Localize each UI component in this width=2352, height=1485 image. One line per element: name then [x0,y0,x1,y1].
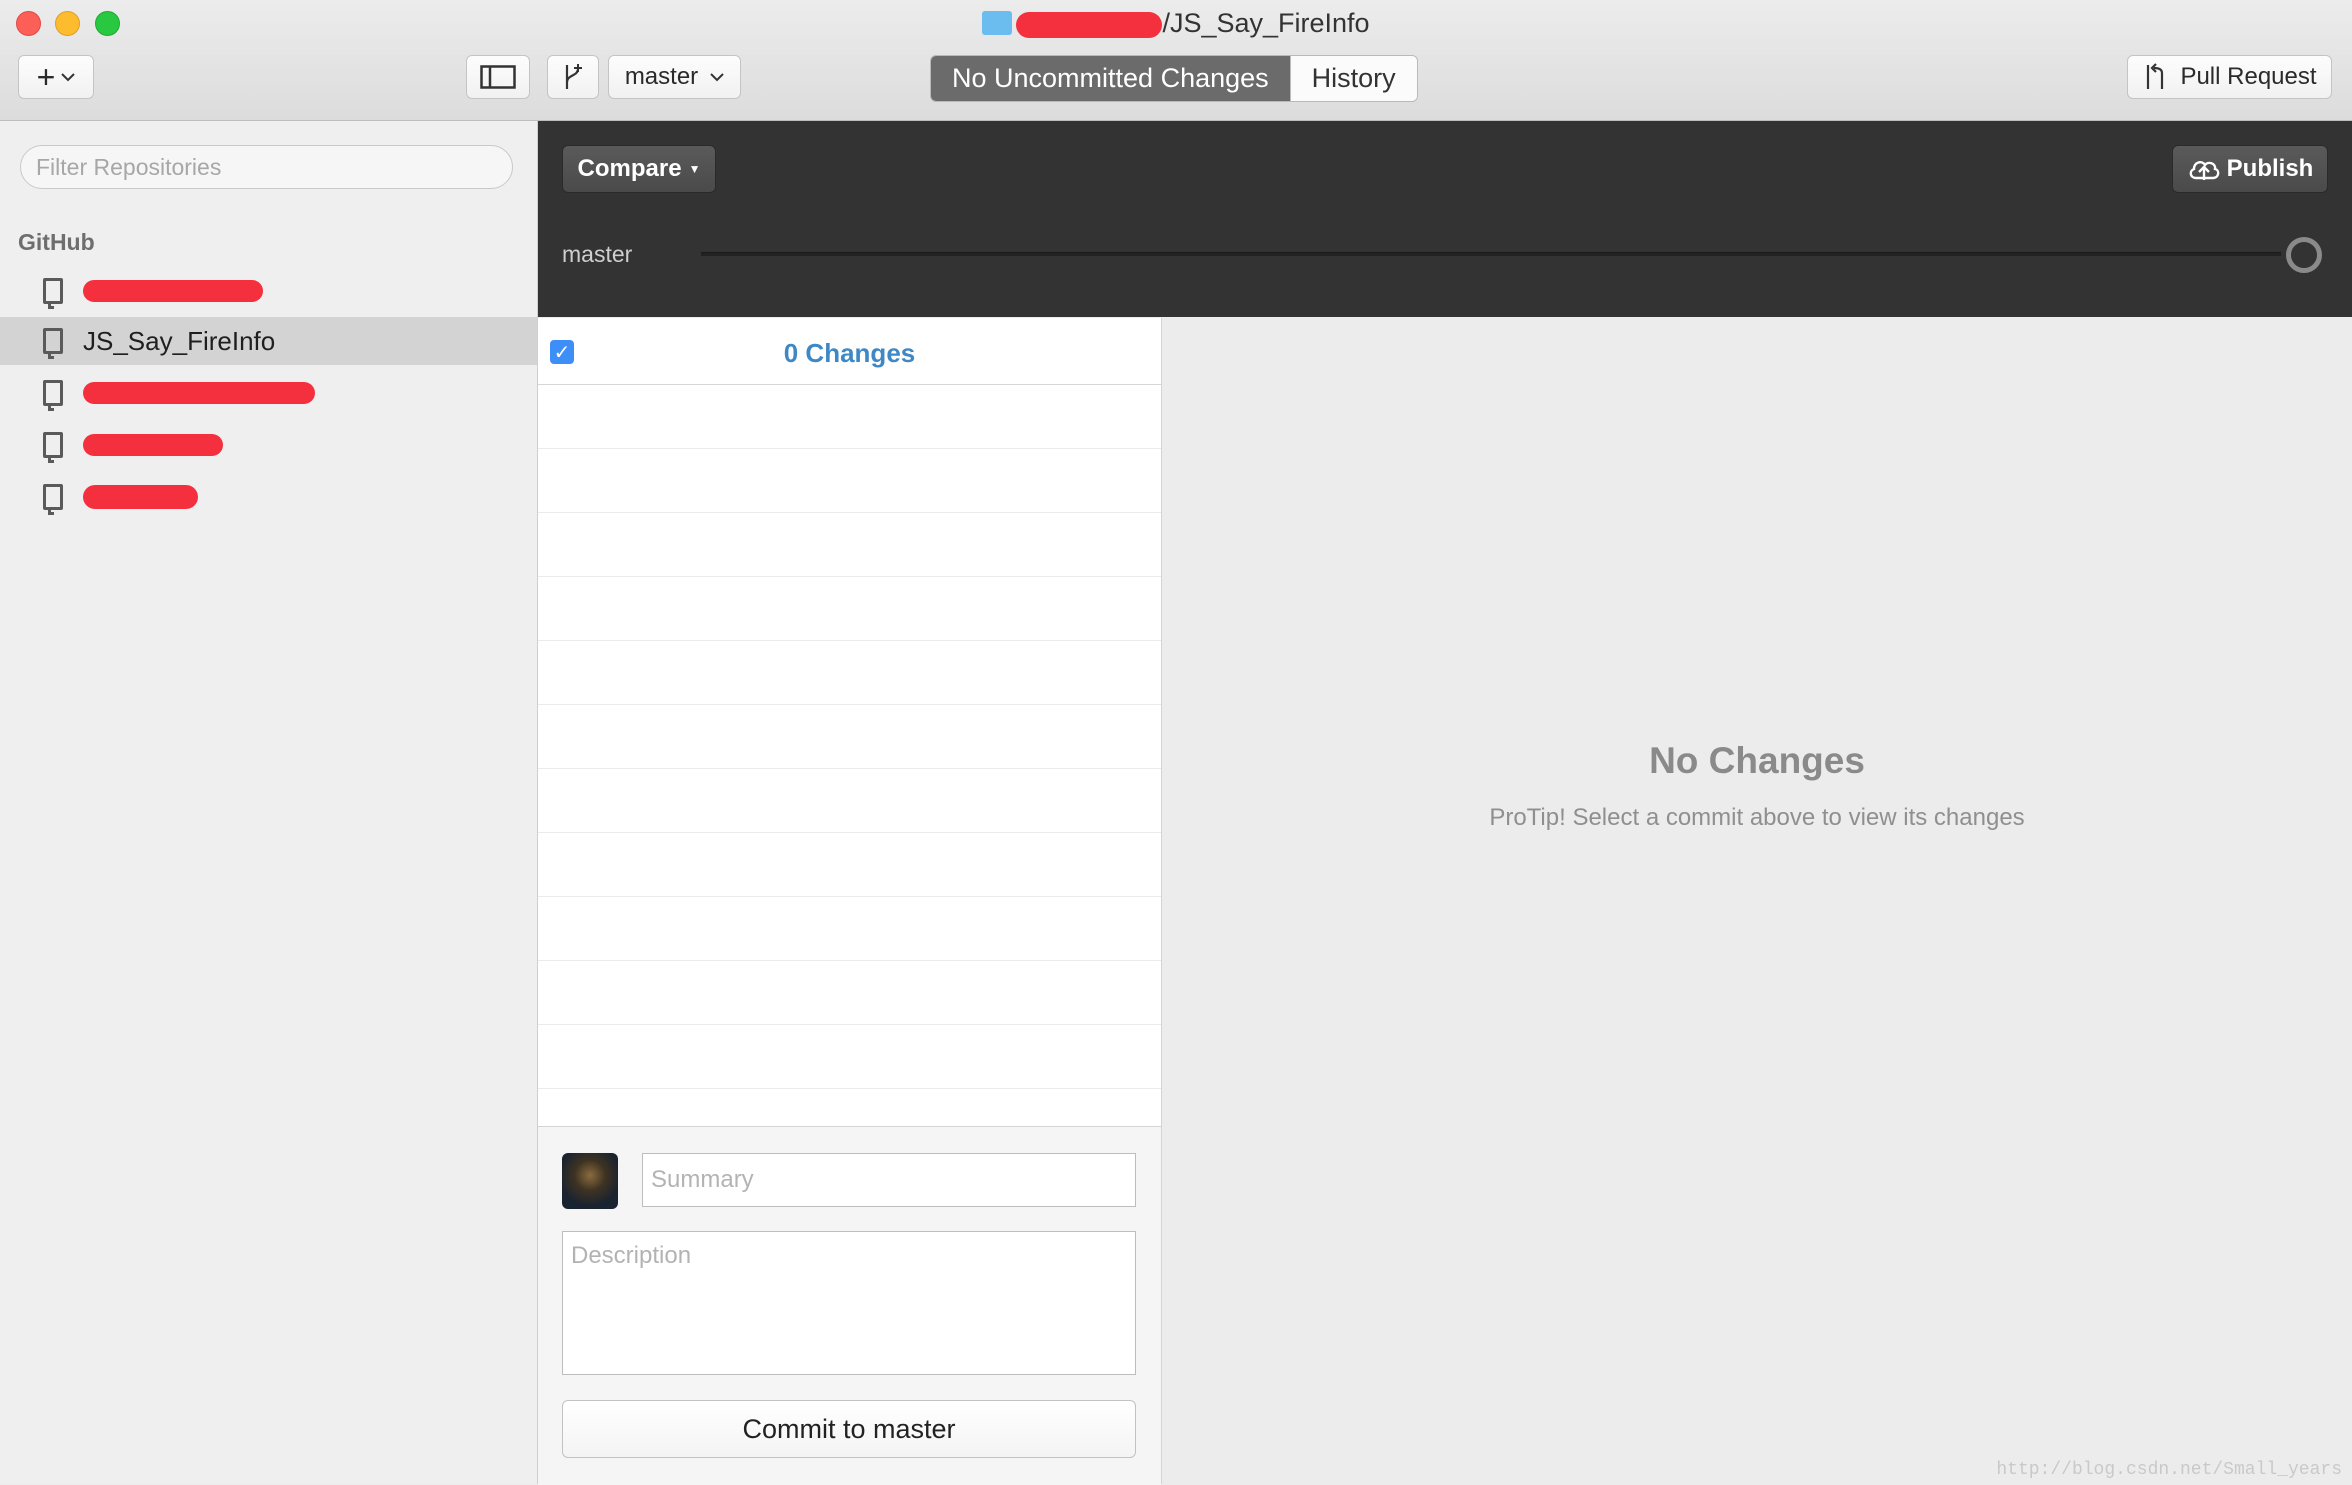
caret-down-icon: ▼ [688,162,701,176]
commit-form: Commit to master [538,1126,1161,1485]
list-item [538,961,1161,1025]
redacted-repo-name [83,485,198,509]
changes-list [538,385,1161,1153]
list-item [538,577,1161,641]
tab-history[interactable]: History [1289,56,1417,101]
publish-label: Publish [2226,155,2314,182]
sync-status-icon[interactable] [2286,237,2322,273]
empty-state-tip: ProTip! Select a commit above to view it… [1489,804,2025,831]
branch-selector[interactable]: master [608,55,741,99]
sidebar-toggle-icon [480,65,516,89]
window-titlebar: /JS_Say_FireInfo + master No Uncommitted… [0,0,2352,121]
list-item [538,513,1161,577]
changes-header: ✓ 0 Changes [538,318,1161,385]
compare-label: Compare [577,155,682,182]
repo-icon [43,484,63,515]
empty-state-title: No Changes [1649,740,1865,781]
folder-icon [982,11,1013,35]
diff-panel: No Changes ProTip! Select a commit above… [1162,318,2352,1484]
publish-button[interactable]: Publish [2172,145,2328,193]
commit-button[interactable]: Commit to master [562,1400,1136,1458]
cloud-upload-icon [2189,161,2220,180]
sidebar-item-repo[interactable] [0,421,537,469]
sidebar-item-repo[interactable] [0,473,537,521]
view-segmented-control: No Uncommitted Changes History [930,55,1418,102]
summary-input[interactable] [642,1153,1136,1207]
description-textarea[interactable] [562,1231,1136,1375]
branch-icon [565,64,582,89]
window-title: /JS_Say_FireInfo [0,6,2352,40]
sidebar-item-repo[interactable] [0,267,537,315]
list-item [538,833,1161,897]
repo-icon [43,278,63,309]
repo-icon [43,432,63,463]
list-item [538,641,1161,705]
branch-header: Compare ▼ Publish master [538,121,2352,317]
tab-uncommitted-changes[interactable]: No Uncommitted Changes [931,56,1290,101]
toggle-sidebar-button[interactable] [466,55,530,99]
commit-timeline[interactable] [701,252,2281,256]
add-button[interactable]: + [18,55,94,99]
sidebar-item-js-say-fireinfo[interactable]: JS_Say_FireInfo [0,317,537,365]
pull-request-icon [2147,63,2164,89]
sidebar-item-repo[interactable] [0,369,537,417]
window-title-text: /JS_Say_FireInfo [1162,8,1370,38]
avatar [562,1153,618,1209]
repo-name: JS_Say_FireInfo [83,325,276,356]
redacted-repo-name [83,280,263,302]
redacted-path [1016,11,1163,38]
changes-count: 0 Changes [783,338,916,368]
section-github: GitHub [18,229,95,255]
pull-request-label: Pull Request [2180,63,2317,90]
redacted-repo-name [83,434,223,456]
list-item [538,897,1161,961]
list-item [538,385,1161,449]
chevron-down-icon [61,73,76,82]
branch-selector-label: master [624,63,699,90]
list-item [538,769,1161,833]
redacted-repo-name [83,382,315,404]
repo-icon [43,328,63,359]
pull-request-button[interactable]: Pull Request [2127,55,2332,99]
filter-repositories-input[interactable] [20,145,513,189]
list-item [538,705,1161,769]
list-item [538,449,1161,513]
changes-panel: ✓ 0 Changes Commit to master [538,318,1162,1485]
plus-icon: + [36,59,56,95]
timeline-branch-label: master [562,241,633,267]
repository-sidebar: GitHub JS_Say_FireInfo [0,121,538,1484]
repo-icon [43,380,63,411]
list-item [538,1025,1161,1089]
watermark: http://blog.csdn.net/Small_years [1996,1460,2342,1480]
chevron-down-icon [710,73,724,82]
create-branch-button[interactable] [547,55,599,99]
compare-button[interactable]: Compare ▼ [562,145,716,193]
